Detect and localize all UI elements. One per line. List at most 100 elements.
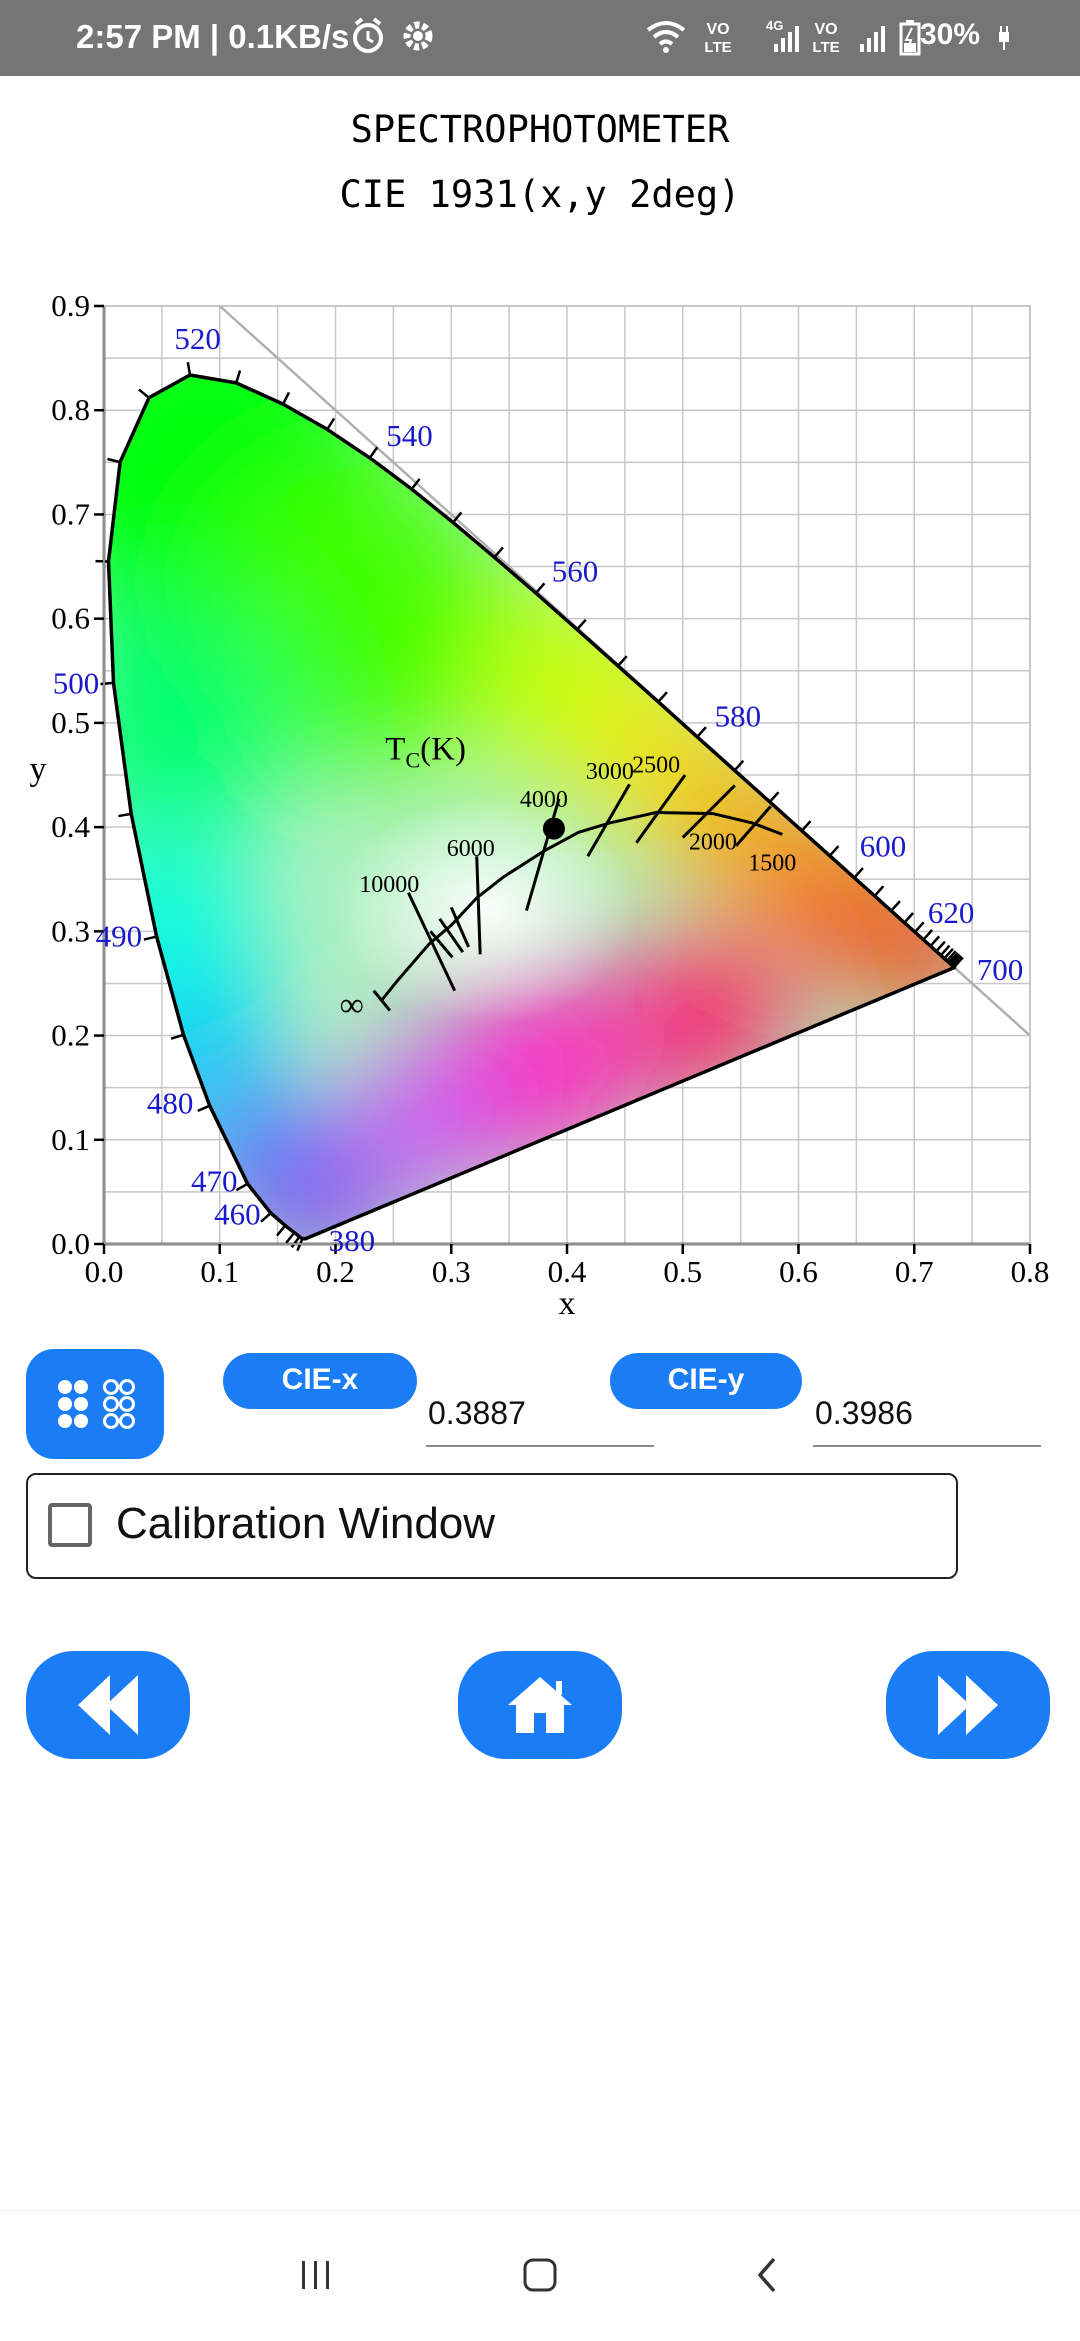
wifi-icon (645, 14, 687, 58)
cct-label-6000: 6000 (447, 836, 495, 862)
grid-dots-icon (26, 1349, 164, 1459)
planckian-label: TC(K) (385, 731, 466, 772)
cct-label-2000: 2000 (689, 830, 737, 856)
wavelength-label-540: 540 (386, 418, 433, 453)
signal-4g-icon: 4G (754, 14, 802, 62)
cie-1931-chromaticity-chart: 0.00.10.20.30.40.50.60.70.80.00.10.20.30… (0, 270, 1080, 1330)
battery-charging-icon (898, 14, 922, 62)
cct-label-3000: 3000 (586, 759, 634, 785)
svg-text:LTE: LTE (704, 39, 731, 56)
wavelength-tick (802, 821, 811, 831)
home-button[interactable] (458, 1651, 622, 1759)
x-tick-label: 0.6 (779, 1254, 818, 1289)
x-tick-label: 0.1 (200, 1254, 239, 1289)
alarm-icon (350, 14, 386, 58)
fast-forward-icon (886, 1651, 1050, 1759)
wavelength-tick (854, 868, 863, 878)
gear-icon (398, 14, 438, 58)
wavelength-tick (891, 901, 900, 911)
home-icon (458, 1651, 622, 1759)
cct-label-10000: 10000 (359, 872, 419, 898)
x-axis-label: x (559, 1285, 576, 1322)
y-tick-label: 0.5 (51, 705, 90, 740)
y-tick-label: 0.4 (51, 809, 90, 844)
svg-text:LTE: LTE (812, 39, 839, 56)
wavelength-label-620: 620 (928, 895, 975, 930)
x-tick-label: 0.7 (895, 1254, 934, 1289)
x-tick-label: 0.4 (548, 1254, 587, 1289)
y-tick-label: 0.8 (51, 392, 90, 427)
wavelength-label-700: 700 (977, 952, 1024, 987)
cct-label-4000: 4000 (520, 787, 568, 813)
wavelength-label-380: 380 (329, 1223, 376, 1258)
cct-label-2500: 2500 (632, 753, 680, 779)
wavelength-label-460: 460 (214, 1197, 261, 1232)
wavelength-tick (327, 418, 334, 429)
wavelength-tick (118, 814, 131, 816)
cie-controls: CIE-x CIE-y (0, 1345, 1080, 1475)
wavelength-tick (283, 392, 289, 404)
grid-menu-button[interactable] (26, 1349, 164, 1459)
x-tick-label: 0.3 (432, 1254, 471, 1289)
wavelength-label-560: 560 (552, 554, 599, 589)
wavelength-tick (236, 371, 240, 383)
wavelength-tick (904, 913, 913, 923)
y-tick-label: 0.1 (51, 1122, 90, 1157)
volte-icon: VO LTE (808, 14, 844, 62)
y-tick-label: 0.3 (51, 913, 90, 948)
cct-label-1500: 1500 (748, 850, 796, 876)
status-bar: 2:57 PM | 0.1KB/s VO LTE 4G VO LTE 30% (0, 0, 1080, 76)
calibration-window-option[interactable]: Calibration Window (26, 1473, 958, 1579)
wavelength-tick (577, 620, 586, 630)
wavelength-tick (930, 936, 939, 946)
x-tick-label: 0.5 (663, 1254, 702, 1289)
wavelength-tick (658, 692, 667, 702)
calibration-label: Calibration Window (116, 1499, 495, 1549)
wavelength-label-600: 600 (860, 828, 907, 863)
wavelength-tick (101, 683, 114, 684)
calibration-checkbox[interactable] (48, 1503, 92, 1547)
page-subtitle: CIE 1931(x,y 2deg) (0, 173, 1080, 216)
cie-chart-container: 0.00.10.20.30.40.50.60.70.80.00.10.20.30… (0, 270, 1080, 1330)
wavelength-label-490: 490 (96, 919, 143, 954)
back-chevron-icon[interactable] (748, 2251, 788, 2301)
forward-button[interactable] (886, 1651, 1050, 1759)
y-tick-label: 0.2 (51, 1018, 90, 1053)
back-button[interactable] (26, 1651, 190, 1759)
system-nav-bar (0, 2210, 1080, 2341)
svg-text:VO: VO (814, 21, 837, 38)
y-tick-label: 0.7 (51, 496, 90, 531)
wavelength-tick (286, 1233, 294, 1243)
x-tick-label: 0.8 (1011, 1254, 1050, 1289)
svg-text:4G: 4G (766, 18, 783, 33)
status-time: 2:57 PM | 0.1KB/s (76, 18, 349, 56)
wavelength-label-500: 500 (53, 665, 100, 700)
wavelength-tick (144, 937, 157, 940)
svg-text:VO: VO (706, 21, 729, 38)
cie-y-field[interactable] (813, 1381, 1041, 1447)
battery-percent: 30% (920, 18, 980, 52)
wavelength-label-580: 580 (715, 698, 762, 733)
rewind-icon (26, 1651, 190, 1759)
wavelength-label-480: 480 (147, 1085, 194, 1120)
wavelength-tick (139, 390, 149, 398)
wavelength-tick (536, 583, 545, 593)
page-title: SPECTROPHOTOMETER (0, 108, 1080, 151)
wavelength-tick (735, 761, 744, 771)
charging-plug-icon (994, 14, 1014, 58)
wavelength-label-470: 470 (191, 1164, 238, 1199)
measured-chromaticity-point (543, 818, 565, 840)
cie-x-label: CIE-x (223, 1353, 417, 1409)
wavelength-tick (697, 727, 706, 737)
wavelength-tick (236, 1184, 247, 1190)
signal-icon (856, 14, 892, 62)
cie-y-label: CIE-y (610, 1353, 802, 1409)
recent-apps-icon[interactable] (296, 2251, 336, 2301)
wavelength-tick (830, 846, 839, 856)
wavelength-tick (198, 1106, 210, 1111)
wavelength-tick (188, 362, 190, 375)
volte-icon: VO LTE (700, 14, 736, 62)
y-tick-label: 0.0 (51, 1226, 90, 1261)
cct-label-infinity: ∞ (340, 987, 364, 1024)
home-circle-icon[interactable] (520, 2251, 560, 2301)
